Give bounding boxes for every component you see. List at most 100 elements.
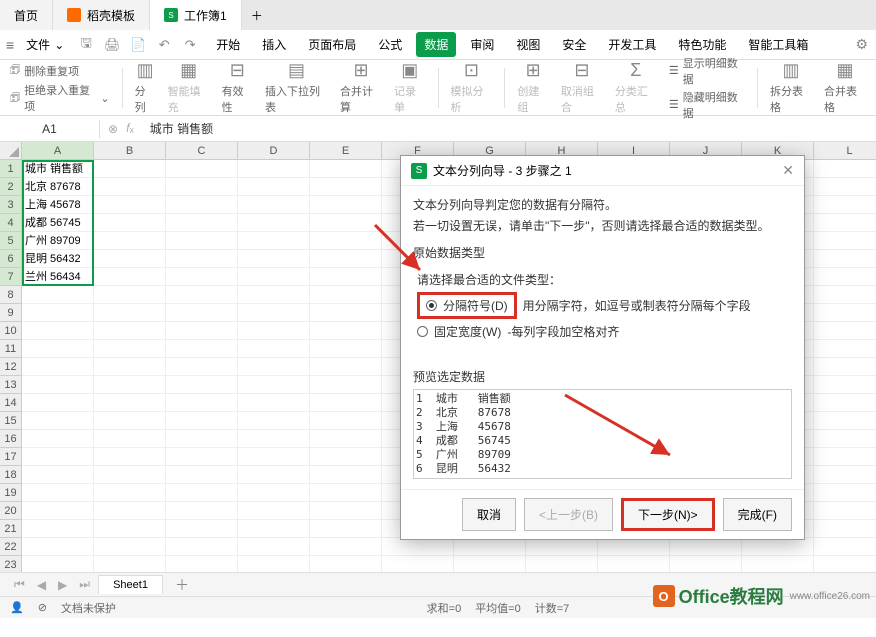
- cell[interactable]: [166, 358, 238, 376]
- cell[interactable]: [238, 502, 310, 520]
- cell[interactable]: [310, 412, 382, 430]
- cell[interactable]: [166, 160, 238, 178]
- cell[interactable]: [310, 376, 382, 394]
- cell[interactable]: [94, 268, 166, 286]
- row-head-8[interactable]: 8: [0, 286, 22, 304]
- cell[interactable]: [814, 232, 876, 250]
- formula-content[interactable]: 城市 销售额: [142, 120, 213, 137]
- cell[interactable]: [166, 286, 238, 304]
- row-head-19[interactable]: 19: [0, 484, 22, 502]
- col-head-A[interactable]: A: [22, 142, 94, 160]
- cell[interactable]: [310, 484, 382, 502]
- split-table-button[interactable]: ▥拆分表格: [770, 60, 812, 115]
- cell[interactable]: [310, 448, 382, 466]
- cell[interactable]: 北京 87678: [22, 178, 94, 196]
- col-head-B[interactable]: B: [94, 142, 166, 160]
- cell[interactable]: [382, 556, 454, 572]
- menu-9[interactable]: 特色功能: [670, 32, 734, 57]
- radio-delimited[interactable]: 分隔符号(D): [417, 292, 517, 319]
- cell[interactable]: [382, 538, 454, 556]
- cell[interactable]: [94, 304, 166, 322]
- cell[interactable]: 成都 56745: [22, 214, 94, 232]
- cell[interactable]: [238, 412, 310, 430]
- cell[interactable]: [94, 520, 166, 538]
- cell[interactable]: [310, 196, 382, 214]
- cell[interactable]: [238, 304, 310, 322]
- subtotal-button[interactable]: Σ分类汇总: [615, 60, 657, 115]
- row-head-13[interactable]: 13: [0, 376, 22, 394]
- cell[interactable]: [814, 448, 876, 466]
- cell[interactable]: [94, 484, 166, 502]
- hamburger-icon[interactable]: ≡: [6, 37, 14, 53]
- print-icon[interactable]: 🖨: [102, 37, 122, 53]
- row-head-7[interactable]: 7: [0, 268, 22, 286]
- cell[interactable]: [166, 232, 238, 250]
- cell[interactable]: [814, 304, 876, 322]
- cell[interactable]: [166, 466, 238, 484]
- cell[interactable]: [238, 214, 310, 232]
- col-head-C[interactable]: C: [166, 142, 238, 160]
- cell[interactable]: [310, 160, 382, 178]
- cell[interactable]: [22, 466, 94, 484]
- cell[interactable]: [94, 502, 166, 520]
- cell[interactable]: [238, 466, 310, 484]
- merge-table-button[interactable]: ▦合并表格: [824, 60, 866, 115]
- cell[interactable]: [238, 286, 310, 304]
- cell[interactable]: [22, 358, 94, 376]
- cell[interactable]: [238, 358, 310, 376]
- row-head-9[interactable]: 9: [0, 304, 22, 322]
- cell[interactable]: [310, 178, 382, 196]
- cell[interactable]: [310, 358, 382, 376]
- cell[interactable]: [238, 178, 310, 196]
- cell[interactable]: [670, 538, 742, 556]
- cell[interactable]: [310, 502, 382, 520]
- select-all-corner[interactable]: [0, 142, 22, 160]
- row-head-6[interactable]: 6: [0, 250, 22, 268]
- cell[interactable]: [238, 196, 310, 214]
- cell[interactable]: [670, 556, 742, 572]
- cell[interactable]: [238, 448, 310, 466]
- cell[interactable]: [22, 340, 94, 358]
- cell[interactable]: [814, 322, 876, 340]
- cell[interactable]: [166, 394, 238, 412]
- cell[interactable]: [22, 484, 94, 502]
- row-head-15[interactable]: 15: [0, 412, 22, 430]
- col-head-D[interactable]: D: [238, 142, 310, 160]
- cell[interactable]: [94, 322, 166, 340]
- cell[interactable]: [310, 214, 382, 232]
- cell[interactable]: [454, 538, 526, 556]
- cell[interactable]: [310, 520, 382, 538]
- undo-icon[interactable]: ↶: [154, 37, 174, 53]
- cell[interactable]: [598, 556, 670, 572]
- cell[interactable]: [166, 430, 238, 448]
- record-button[interactable]: ▣记录单: [394, 60, 425, 115]
- cell[interactable]: [166, 502, 238, 520]
- cell[interactable]: [22, 322, 94, 340]
- row-head-5[interactable]: 5: [0, 232, 22, 250]
- cell[interactable]: [94, 178, 166, 196]
- cell[interactable]: [238, 340, 310, 358]
- cell[interactable]: [94, 340, 166, 358]
- cell[interactable]: [310, 250, 382, 268]
- cell[interactable]: 上海 45678: [22, 196, 94, 214]
- cell[interactable]: 城市 销售额: [22, 160, 94, 178]
- cell[interactable]: [94, 412, 166, 430]
- cell[interactable]: [166, 178, 238, 196]
- cell[interactable]: [166, 538, 238, 556]
- row-head-22[interactable]: 22: [0, 538, 22, 556]
- menu-5[interactable]: 审阅: [462, 32, 502, 57]
- cell[interactable]: [814, 178, 876, 196]
- menu-0[interactable]: 开始: [208, 32, 248, 57]
- cell[interactable]: [94, 250, 166, 268]
- preview-icon[interactable]: 📄: [128, 37, 148, 53]
- cell[interactable]: [94, 556, 166, 572]
- file-menu[interactable]: 文件 ⌄: [20, 34, 70, 55]
- cell[interactable]: [526, 538, 598, 556]
- analyze-button[interactable]: ⊡模拟分析: [450, 60, 492, 115]
- cell[interactable]: [22, 556, 94, 572]
- validity-button[interactable]: ⊟有效性: [222, 60, 253, 115]
- cell[interactable]: [166, 376, 238, 394]
- row-head-11[interactable]: 11: [0, 340, 22, 358]
- cell[interactable]: [598, 538, 670, 556]
- sheet-nav-last[interactable]: ⏭: [75, 577, 94, 592]
